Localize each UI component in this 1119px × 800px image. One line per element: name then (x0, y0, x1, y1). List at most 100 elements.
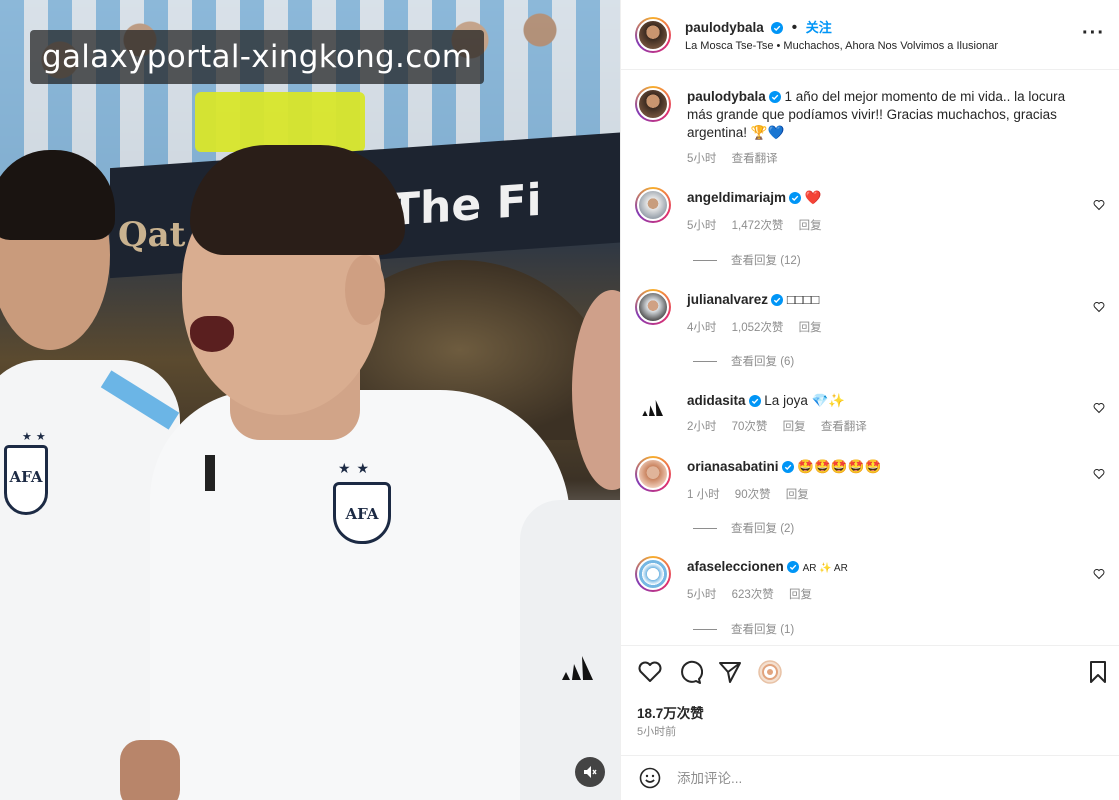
comment-username[interactable]: adidasita (687, 393, 746, 408)
comment-item: afaseleccionen AR ✨ AR 5小时 623次赞 回复 查看回复… (621, 556, 1119, 645)
comment-body: angeldimariajm ❤️ (687, 189, 1077, 207)
crest-stars: ★★ (338, 460, 376, 476)
mute-button[interactable] (575, 757, 605, 787)
adidas-logo-icon (562, 656, 593, 680)
mute-icon (584, 766, 597, 778)
comment-reply-button[interactable]: 回复 (789, 589, 812, 601)
view-replies-link[interactable]: 查看回复 (6) (693, 353, 794, 369)
comment-time: 2小时 (687, 421, 717, 433)
comment-like-heart-icon[interactable] (1093, 468, 1105, 480)
banner-qat-text: Qat (118, 215, 186, 255)
comment-likes[interactable]: 1,052次赞 (732, 322, 784, 334)
comment-text: 🤩🤩🤩🤩🤩 (797, 459, 882, 474)
comment-time: 4小时 (687, 322, 717, 334)
comment-username[interactable]: afaseleccionen (687, 559, 784, 574)
action-bar: 18.7万次赞 5小时前 (621, 645, 1119, 755)
comment-like-heart-icon[interactable] (1093, 199, 1105, 211)
sticker-icon[interactable] (757, 659, 783, 685)
comment-avatar[interactable] (635, 289, 671, 325)
comment-reply-button[interactable]: 回复 (786, 489, 809, 501)
more-options-icon[interactable]: ··· (1082, 22, 1105, 45)
comment-avatar[interactable] (635, 456, 671, 492)
view-replies-link[interactable]: 查看回复 (2) (693, 520, 794, 536)
comment-item: adidasita La joya 💎✨ 2小时 70次赞 回复 查看翻译 (621, 390, 1119, 442)
heart-icon[interactable] (637, 659, 663, 685)
comment-input[interactable] (677, 767, 1057, 789)
verified-badge-icon (771, 294, 784, 306)
comment-text: La joya 💎✨ (764, 393, 846, 408)
shirt-collar (205, 455, 215, 491)
send-icon[interactable] (717, 659, 743, 685)
main-player-mouth (190, 316, 234, 352)
comment-reply-button[interactable]: 回复 (783, 421, 806, 433)
comment-username[interactable]: orianasabatini (687, 459, 779, 474)
comment-body: orianasabatini 🤩🤩🤩🤩🤩 (687, 458, 1077, 476)
main-player-ear (345, 255, 385, 325)
comment-text: □□□□ (786, 292, 820, 307)
comment-avatar[interactable] (635, 556, 671, 592)
dot-separator: • (791, 19, 798, 36)
comment-meta: 5小时 623次赞 回复 (687, 586, 824, 602)
comment-like-heart-icon[interactable] (1093, 568, 1105, 580)
caption-row: paulodybala 1 año del mejor momento de m… (621, 86, 1119, 166)
author-avatar[interactable] (635, 17, 671, 53)
verified-badge-icon (789, 192, 802, 204)
author-line: paulodybala • 关注 (685, 17, 832, 37)
verified-badge-icon (748, 395, 761, 407)
comment-translate-link[interactable]: 查看翻译 (821, 421, 867, 433)
comment-likes[interactable]: 623次赞 (732, 589, 774, 601)
comment-body: afaseleccionen AR ✨ AR (687, 558, 1077, 578)
comment-likes[interactable]: 1,472次赞 (732, 220, 784, 232)
comment-item: julianalvarez □□□□ 4小时 1,052次赞 回复 查看回复 (… (621, 289, 1119, 379)
comment-text: ❤️ (804, 190, 822, 205)
comment-time: 5小时 (687, 220, 717, 232)
likes-count[interactable]: 18.7万次赞 (637, 702, 704, 722)
comment-username[interactable]: angeldimariajm (687, 190, 786, 205)
comment-item: orianasabatini 🤩🤩🤩🤩🤩 1 小时 90次赞 回复 查看回复 (… (621, 456, 1119, 546)
adidas-logo-icon (642, 400, 663, 416)
caption-meta: 5小时 查看翻译 (687, 150, 790, 166)
post-media[interactable]: The Fi Qat ★★ AFA ★★ AFA galaxyportal-xi… (0, 0, 620, 800)
view-replies-link[interactable]: 查看回复 (12) (693, 252, 801, 268)
comment-time: 1 小时 (687, 489, 720, 501)
comment-composer (621, 755, 1119, 800)
emoji-icon[interactable] (639, 767, 661, 789)
author-username[interactable]: paulodybala (685, 20, 764, 35)
post-header: paulodybala • 关注 La Mosca Tse-Tse • Much… (621, 0, 1119, 70)
comment-meta: 2小时 70次赞 回复 查看翻译 (687, 418, 879, 434)
caption-avatar[interactable] (635, 86, 671, 122)
comment-avatar[interactable] (635, 390, 671, 426)
left-crest-stars: ★★ (22, 431, 50, 443)
comment-username[interactable]: julianalvarez (687, 292, 768, 307)
comment-likes[interactable]: 70次赞 (732, 421, 768, 433)
caption-translate-link[interactable]: 查看翻译 (732, 153, 778, 165)
comment-reply-button[interactable]: 回复 (799, 322, 822, 334)
verified-badge-icon (786, 561, 799, 573)
follow-button[interactable]: 关注 (806, 20, 832, 35)
comment-text: AR ✨ AR (802, 563, 848, 574)
verified-badge-icon (781, 461, 794, 473)
post-sidebar: paulodybala • 关注 La Mosca Tse-Tse • Much… (620, 0, 1119, 800)
comments-list[interactable]: paulodybala 1 año del mejor momento de m… (621, 70, 1119, 645)
comment-body: julianalvarez □□□□ (687, 291, 1077, 309)
caption: paulodybala 1 año del mejor momento de m… (687, 88, 1077, 142)
comment-meta: 1 小时 90次赞 回复 (687, 486, 821, 502)
comment-like-heart-icon[interactable] (1093, 301, 1105, 313)
comment-avatar[interactable] (635, 187, 671, 223)
comment-like-heart-icon[interactable] (1093, 402, 1105, 414)
safety-vest (195, 92, 365, 152)
hands (120, 740, 180, 800)
banner-text: The Fi (390, 174, 542, 237)
post-time: 5小时前 (637, 726, 677, 738)
watermark: galaxyportal-xingkong.com (30, 30, 485, 84)
comment-meta: 5小时 1,472次赞 回复 (687, 217, 834, 233)
bookmark-icon[interactable] (1085, 659, 1111, 685)
caption-username[interactable]: paulodybala (687, 89, 766, 104)
comment-icon[interactable] (677, 659, 703, 685)
comment-likes[interactable]: 90次赞 (735, 489, 771, 501)
audio-subtitle[interactable]: La Mosca Tse-Tse • Muchachos, Ahora Nos … (685, 40, 998, 52)
left-crest: AFA (4, 445, 48, 515)
view-replies-link[interactable]: 查看回复 (1) (693, 621, 794, 637)
verified-badge-icon (768, 91, 781, 103)
comment-reply-button[interactable]: 回复 (799, 220, 822, 232)
